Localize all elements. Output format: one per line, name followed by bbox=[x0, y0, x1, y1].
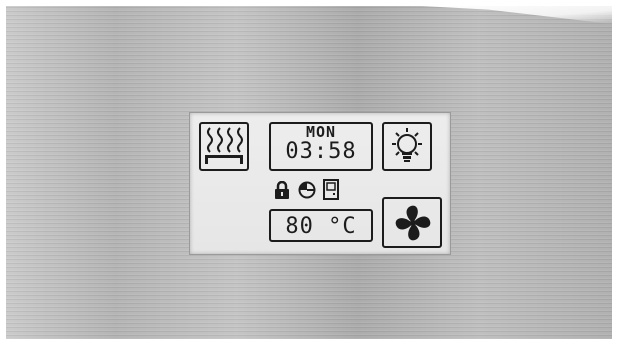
time-readout: 03:58 bbox=[285, 139, 357, 164]
light-bulb-icon bbox=[384, 124, 430, 169]
timer-icon bbox=[298, 181, 316, 199]
temperature-display[interactable]: 80 °C bbox=[269, 209, 373, 242]
sauna-heater-icon bbox=[201, 124, 247, 169]
clock-display[interactable]: MON 03:58 bbox=[269, 122, 373, 171]
heater-button[interactable] bbox=[199, 122, 249, 171]
lcd-screen: MON 03:58 80 °C bbox=[189, 112, 451, 255]
brushed-steel-panel: MON 03:58 80 °C bbox=[6, 6, 612, 339]
fan-icon bbox=[391, 201, 435, 245]
fan-button[interactable] bbox=[382, 197, 442, 248]
temperature-readout: 80 °C bbox=[285, 214, 357, 239]
panel-glare bbox=[422, 6, 612, 24]
light-button[interactable] bbox=[382, 122, 432, 171]
lock-icon bbox=[274, 181, 290, 199]
door-icon bbox=[323, 179, 339, 200]
